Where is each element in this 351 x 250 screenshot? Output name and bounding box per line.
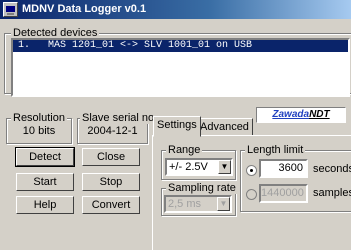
range-group: Range +/- 2.5V ▼	[161, 144, 236, 180]
detected-devices-group: Detected devices 1. MAS 1201_01 <-> SLV …	[4, 27, 351, 97]
range-selected-value: +/- 2.5V	[169, 161, 208, 173]
convert-button[interactable]: Convert	[82, 196, 140, 214]
start-button[interactable]: Start	[16, 173, 74, 191]
sampling-rate-selected-value: 2,5 ms	[168, 198, 202, 210]
length-limit-label: Length limit	[245, 144, 306, 156]
chevron-down-icon[interactable]: ▼	[218, 160, 231, 174]
samples-unit-label: samples	[313, 187, 351, 199]
resolution-label: Resolution	[11, 112, 67, 124]
devices-listbox[interactable]: 1. MAS 1201_01 <-> SLV 1001_01 on USB	[11, 38, 350, 97]
slave-serial-group: Slave serial no. 2004-12-1	[77, 112, 160, 144]
device-list-item[interactable]: 1. MAS 1201_01 <-> SLV 1001_01 on USB	[13, 40, 348, 52]
logo-zawada-text: Zawada	[272, 109, 310, 120]
help-button[interactable]: Help	[16, 196, 74, 214]
chevron-down-icon[interactable]: ▼	[217, 197, 230, 211]
seconds-unit-label: seconds	[313, 163, 351, 175]
stop-button[interactable]: Stop	[82, 173, 140, 191]
tab-advanced[interactable]: Advanced	[196, 118, 253, 136]
logo-ndt-text: NDT	[309, 109, 330, 120]
samples-input[interactable]: 1440000	[259, 184, 308, 203]
sampling-rate-label: Sampling rate	[166, 182, 238, 194]
seconds-radio[interactable]	[246, 165, 257, 176]
sampling-rate-group: Sampling rate 2,5 ms ▼	[161, 182, 238, 216]
slave-serial-label: Slave serial no.	[80, 112, 160, 124]
length-limit-group: Length limit 3600 seconds 1440000 sample…	[240, 144, 351, 212]
slave-serial-value: 2004-12-1	[87, 125, 138, 137]
samples-radio[interactable]	[246, 189, 257, 200]
resolution-group: Resolution 10 bits	[6, 112, 72, 144]
title-bar[interactable]: MDNV Data Logger v0.1	[0, 0, 351, 19]
detect-button[interactable]: Detect	[15, 147, 75, 167]
range-select[interactable]: +/- 2.5V ▼	[165, 158, 233, 176]
zawada-ndt-logo: ZawadaNDT	[256, 107, 346, 123]
app-icon[interactable]	[3, 2, 18, 17]
range-label: Range	[166, 144, 203, 156]
resolution-value: 10 bits	[22, 125, 56, 137]
sampling-rate-select[interactable]: 2,5 ms ▼	[164, 195, 232, 213]
tab-settings[interactable]: Settings	[153, 116, 201, 137]
window-title: MDNV Data Logger v0.1	[22, 3, 147, 15]
close-button[interactable]: Close	[82, 148, 140, 166]
seconds-input[interactable]: 3600	[259, 159, 308, 178]
